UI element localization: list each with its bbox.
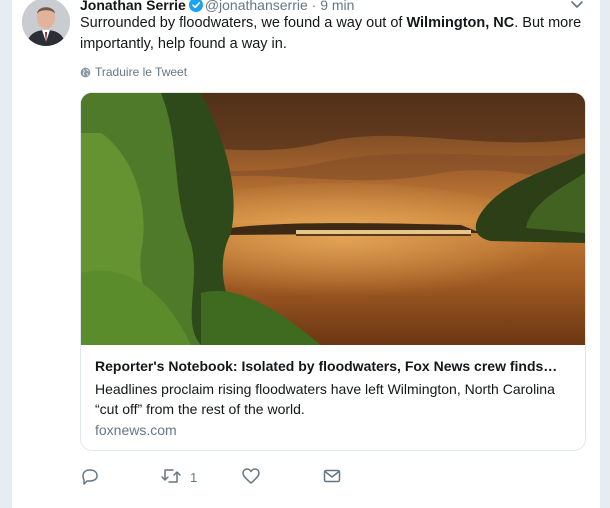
tweet-text-location: Wilmington, NC [406, 15, 515, 31]
like-button[interactable] [241, 466, 269, 486]
reply-button[interactable] [80, 466, 108, 486]
link-preview-card[interactable]: Reporter's Notebook: Isolated by floodwa… [80, 92, 586, 451]
tweet-actions: 1 [80, 466, 400, 486]
author-handle[interactable]: @jonathanserrie [205, 0, 308, 13]
translate-tweet-link[interactable]: Traduire le Tweet [80, 64, 187, 80]
translate-label: Traduire le Tweet [95, 65, 188, 79]
direct-message-button[interactable] [322, 466, 350, 486]
retweet-icon [160, 466, 182, 489]
author-avatar[interactable] [22, 0, 70, 46]
globe-icon [80, 65, 95, 79]
header-separator: · [311, 0, 317, 13]
heart-icon [241, 466, 261, 489]
reply-icon [80, 466, 100, 489]
retweet-button[interactable]: 1 [160, 466, 197, 486]
card-description: Headlines proclaim rising floodwaters ha… [95, 381, 555, 417]
tweet-text: Surrounded by floodwaters, we found a wa… [80, 13, 590, 55]
tweet-text-part1: Surrounded by floodwaters, we found a wa… [80, 15, 407, 31]
chevron-down-icon[interactable] [569, 0, 585, 11]
tweet-timestamp[interactable]: 9 min [320, 0, 354, 13]
envelope-icon [322, 466, 342, 489]
card-domain: foxnews.com [95, 422, 177, 438]
retweet-count: 1 [190, 470, 198, 485]
card-title[interactable]: Reporter's Notebook: Isolated by floodwa… [95, 356, 575, 376]
card-image[interactable] [81, 93, 585, 345]
author-name[interactable]: Jonathan Serrie [80, 0, 186, 13]
